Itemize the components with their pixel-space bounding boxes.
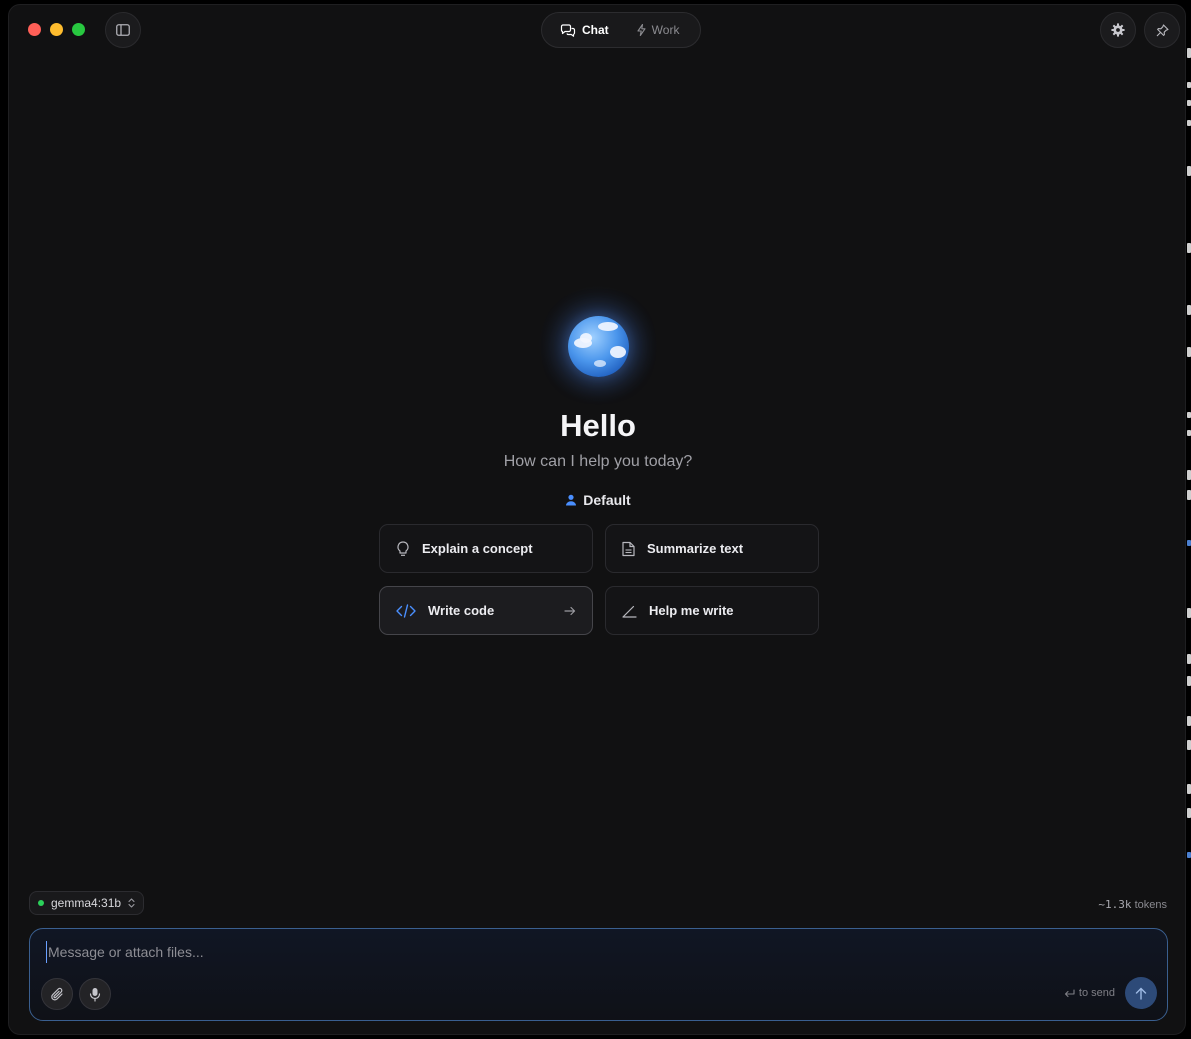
message-composer: to send (29, 928, 1168, 1021)
mode-toggle: Chat Work (541, 12, 701, 48)
sidebar-icon (116, 24, 130, 36)
model-selector[interactable]: gemma4:31b (29, 891, 145, 915)
lightbulb-icon (397, 540, 409, 556)
message-input[interactable] (46, 941, 946, 963)
toggle-sidebar-button[interactable] (105, 12, 141, 48)
attach-file-button[interactable] (41, 978, 73, 1010)
tab-work-label: Work (651, 23, 680, 37)
arrow-right-icon (564, 606, 576, 616)
page-subtitle: How can I help you today? (503, 453, 693, 470)
tab-chat-label: Chat (582, 23, 609, 37)
settings-button[interactable] (1100, 12, 1136, 48)
suggestion-write-code[interactable]: Write code (379, 586, 593, 635)
suggestion-label: Explain a concept (422, 541, 533, 556)
window-controls (28, 23, 85, 36)
tab-work[interactable]: Work (623, 16, 694, 44)
suggestion-summarize-text[interactable]: Summarize text (605, 524, 819, 573)
pin-window-button[interactable] (1144, 12, 1180, 48)
microphone-icon (89, 987, 101, 1002)
page-title: Hello (560, 408, 636, 443)
chat-bubbles-icon (560, 23, 576, 37)
model-name: gemma4:31b (51, 896, 122, 910)
pin-icon (1156, 23, 1169, 36)
minimize-window-button[interactable] (50, 23, 63, 36)
arrow-up-icon (1135, 987, 1147, 1000)
desktop-backdrop (1186, 0, 1191, 1039)
person-icon (566, 494, 577, 506)
lightning-icon (637, 24, 646, 36)
close-window-button[interactable] (28, 23, 41, 36)
gear-icon (1111, 23, 1125, 37)
persona-label: Default (583, 492, 631, 508)
suggestion-label: Help me write (649, 603, 734, 618)
send-button[interactable] (1125, 977, 1157, 1009)
return-key-icon (1064, 988, 1075, 997)
voice-input-button[interactable] (79, 978, 111, 1010)
maximize-window-button[interactable] (72, 23, 85, 36)
code-icon (396, 603, 416, 618)
document-icon (622, 541, 635, 556)
send-hint: to send (1064, 987, 1115, 999)
model-status-dot (38, 900, 44, 906)
suggestion-label: Summarize text (647, 541, 744, 556)
token-unit: tokens (1134, 899, 1167, 911)
suggestion-help-me-write[interactable]: Help me write (605, 586, 819, 635)
app-window: Chat Work Hello How can I help you today… (8, 4, 1186, 1035)
suggestion-explain-concept[interactable]: Explain a concept (379, 524, 593, 573)
paperclip-icon (51, 987, 63, 1000)
assistant-orb-logo (568, 316, 629, 377)
pen-icon (622, 605, 637, 618)
send-hint-label: to send (1078, 987, 1115, 999)
token-count: ~1.3k (1098, 898, 1132, 911)
suggestion-label: Write code (428, 603, 495, 618)
persona-selector[interactable]: Default (9, 492, 1185, 508)
chevron-up-down-icon (128, 898, 135, 908)
token-counter: ~1.3k tokens (1098, 898, 1167, 911)
tab-chat[interactable]: Chat (546, 16, 623, 44)
